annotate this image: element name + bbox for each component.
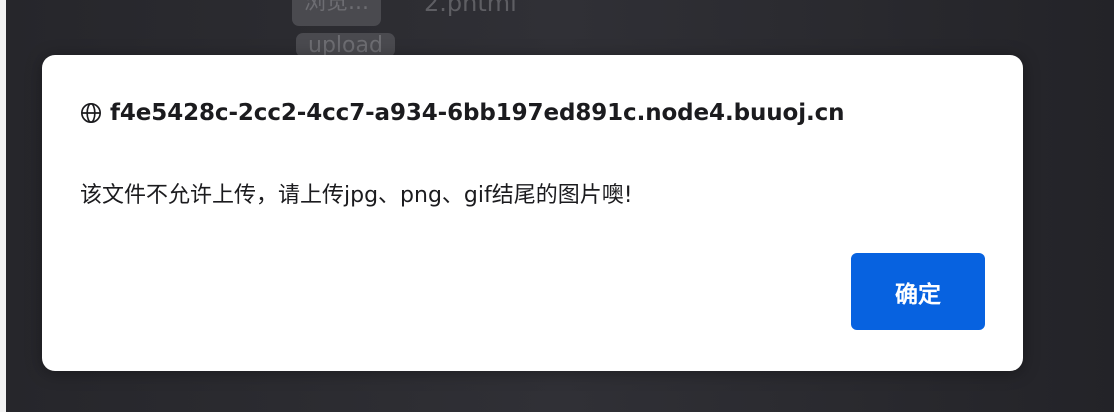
selected-file-name: 2.phtml xyxy=(424,0,517,17)
upload-button: upload xyxy=(296,33,395,57)
dialog-message: 该文件不允许上传，请上传jpg、png、gif结尾的图片噢! xyxy=(80,183,633,208)
alert-dialog: f4e5428c-2cc2-4cc7-a934-6bb197ed891c.nod… xyxy=(42,55,1023,371)
browse-button: 浏览... xyxy=(292,0,381,26)
dialog-origin: f4e5428c-2cc2-4cc7-a934-6bb197ed891c.nod… xyxy=(110,100,845,126)
ok-button[interactable]: 确定 xyxy=(851,253,985,330)
globe-icon xyxy=(80,102,102,124)
dialog-header: f4e5428c-2cc2-4cc7-a934-6bb197ed891c.nod… xyxy=(80,95,845,131)
